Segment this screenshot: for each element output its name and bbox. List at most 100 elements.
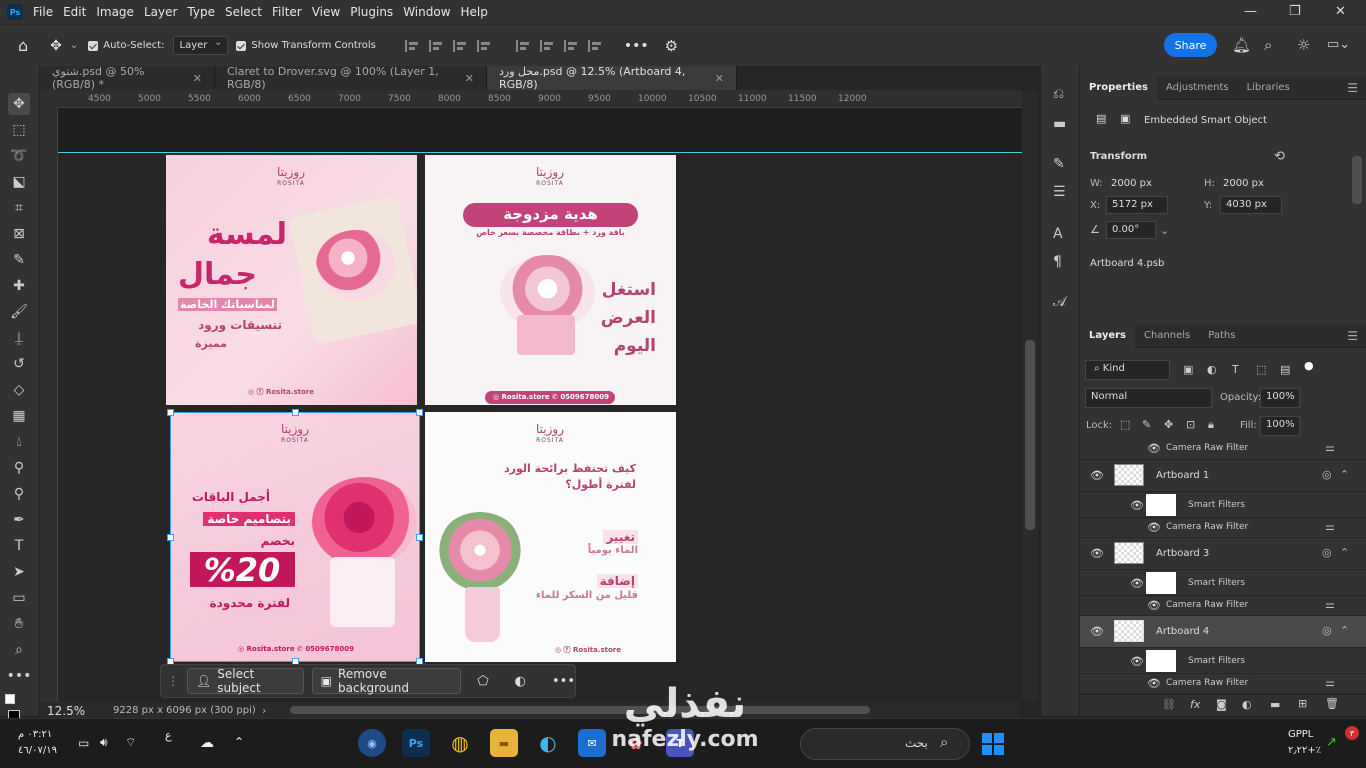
filter-options-icon[interactable]: ⚌ — [1325, 676, 1335, 689]
comments-icon[interactable]: ▬ — [1053, 116, 1066, 132]
link-layers-icon[interactable]: ⛓ — [1162, 698, 1176, 711]
path-select-icon[interactable]: ➤ — [8, 561, 30, 583]
clock-time[interactable]: ٠٣:٢١ م — [18, 729, 52, 740]
panel-menu-icon[interactable]: ☰ — [1347, 329, 1358, 343]
auto-select-dropdown[interactable]: Layer — [172, 36, 229, 55]
layer-row[interactable]: 👁︎ Camera Raw Filter ⚌ — [1080, 596, 1366, 616]
eye-icon[interactable]: 👁︎ — [1130, 577, 1144, 590]
bell-icon[interactable]: 🔔︎ — [1232, 36, 1251, 54]
artboard-1[interactable]: روزيتا ROSITA لمسة جمال لمناسباتك الخاصة… — [166, 155, 417, 405]
opacity-input[interactable]: 100% — [1260, 388, 1300, 408]
paragraph-icon[interactable]: ¶ — [1053, 254, 1062, 270]
blend-mode-dropdown[interactable]: Normal — [1085, 388, 1212, 408]
gear-icon[interactable]: ⚙ — [665, 37, 678, 55]
character-icon[interactable]: A — [1053, 226, 1063, 242]
gradient-tool-icon[interactable]: ▦ — [8, 405, 30, 427]
x-input[interactable]: 5172 px — [1106, 196, 1168, 214]
layer-filter-kind[interactable]: ⌕ Kind — [1085, 360, 1170, 380]
menu-type[interactable]: Type — [187, 5, 223, 19]
volume-icon[interactable]: 🔊︎ — [100, 735, 108, 750]
move-tool-icon[interactable]: ✥ — [50, 38, 62, 54]
pen-tool-icon[interactable]: ✒ — [8, 509, 30, 531]
folder-icon[interactable]: ▬ — [1270, 698, 1280, 711]
filter-options-icon[interactable]: ⚌ — [1325, 441, 1335, 454]
frame-tool-icon[interactable]: ⊠ — [8, 223, 30, 245]
eye-icon[interactable]: 👁︎ — [1090, 625, 1104, 638]
y-input[interactable]: 4030 px — [1220, 196, 1282, 214]
search-icon[interactable]: ⌕ — [1264, 36, 1272, 54]
history-brush-icon[interactable]: ↺ — [8, 353, 30, 375]
move-tool-icon[interactable]: ✥ — [8, 93, 30, 115]
crop-tool-icon[interactable]: ⌗ — [8, 197, 30, 219]
close-window-icon[interactable]: ✕ — [1335, 4, 1346, 19]
file-explorer-icon[interactable]: ▬ — [490, 729, 518, 757]
mail-icon[interactable]: ✉ — [578, 729, 606, 757]
tab-flower-shop-psd[interactable]: محل ورد.psd @ 12.5% (Artboard 4, RGB/8) ✕ — [487, 65, 737, 91]
brush-tool-icon[interactable]: 🖌︎ — [8, 301, 30, 323]
tab-properties[interactable]: Properties — [1080, 75, 1157, 100]
height-value[interactable]: 2000 px — [1223, 178, 1264, 189]
lock-pixels-icon[interactable]: ✎ — [1142, 418, 1151, 431]
windows-start-icon[interactable] — [982, 733, 1004, 755]
lock-transparency-icon[interactable]: ⬚ — [1120, 418, 1130, 431]
properties-scroll-thumb[interactable] — [1352, 156, 1362, 204]
vertical-scroll-thumb[interactable] — [1025, 340, 1035, 530]
cloud-icon[interactable]: ☁ — [200, 735, 214, 751]
taskbar-app-icon[interactable]: ◉ — [358, 729, 386, 757]
tab-claret-svg[interactable]: Claret to Drover.svg @ 100% (Layer 1, RG… — [215, 65, 487, 91]
share-button[interactable]: Share — [1164, 33, 1217, 57]
zoom-tool-icon[interactable]: ⌕ — [8, 639, 30, 661]
transform-handle[interactable] — [292, 409, 299, 416]
hand-tool-icon[interactable]: ✋︎ — [8, 613, 30, 635]
menu-window[interactable]: Window — [403, 5, 458, 19]
stamp-tool-icon[interactable]: ⍊ — [8, 327, 30, 349]
layer-row[interactable]: 👁︎ Artboard 3 ◎ ⌃ — [1080, 538, 1366, 570]
drag-handle-icon[interactable]: ⋮ — [167, 674, 179, 688]
align-right-icon[interactable] — [452, 39, 467, 52]
menu-image[interactable]: Image — [96, 5, 142, 19]
lightbulb-icon[interactable]: ☼ — [1297, 36, 1310, 54]
object-select-tool-icon[interactable]: ⬕ — [8, 171, 30, 193]
lock-artboard-icon[interactable]: ⊡ — [1186, 418, 1195, 431]
blur-tool-icon[interactable]: 💧︎ — [8, 431, 30, 453]
remove-background-button[interactable]: ▣ Remove background — [311, 667, 462, 695]
fill-input[interactable]: 100% — [1260, 416, 1300, 436]
add-mask-icon[interactable]: ◙ — [1216, 698, 1227, 711]
home-icon[interactable]: ⌂ — [18, 36, 28, 55]
menu-file[interactable]: File — [33, 5, 61, 19]
align-bottom-icon[interactable] — [563, 39, 578, 52]
auto-select-checkbox[interactable]: Auto-Select: — [88, 40, 165, 51]
clock-date[interactable]: ٤٦/٠٧/١٩ — [18, 745, 57, 756]
guide-line[interactable] — [58, 152, 1022, 153]
filter-options-icon[interactable]: ⚌ — [1325, 598, 1335, 611]
filter-options-icon[interactable]: ⚌ — [1325, 520, 1335, 533]
tab-layers[interactable]: Layers — [1080, 323, 1135, 348]
layer-row[interactable]: 👁︎ Camera Raw Filter ⚌ — [1080, 674, 1366, 694]
chevron-up-icon[interactable]: ⌃ — [1340, 468, 1349, 481]
glyphs-icon[interactable]: 𝒜 — [1053, 294, 1066, 310]
layer-row[interactable]: 👁︎ Smart Filters — [1080, 570, 1366, 596]
chevron-right-icon[interactable]: › — [262, 704, 266, 717]
chevron-up-icon[interactable]: ⌃ — [1340, 546, 1349, 559]
eye-icon[interactable]: 👁︎ — [1130, 655, 1144, 668]
layer-row[interactable]: 👁︎ Smart Filters — [1080, 492, 1366, 518]
chrome-icon[interactable]: ◍ — [446, 729, 474, 757]
distribute-icon[interactable] — [476, 39, 491, 52]
stock-ticker[interactable]: GPPL — [1288, 729, 1313, 740]
filter-shape-icon[interactable]: ⬚ — [1256, 363, 1266, 376]
filter-pixel-icon[interactable]: ▣ — [1183, 363, 1193, 376]
eye-icon[interactable]: 👁︎ — [1147, 521, 1161, 534]
tab-adjustments[interactable]: Adjustments — [1157, 76, 1238, 100]
adjust-sliders-icon[interactable]: ☰ — [1053, 184, 1066, 200]
battery-icon[interactable]: ▭ — [78, 736, 89, 750]
new-layer-icon[interactable]: ⊞ — [1298, 697, 1307, 710]
eye-icon[interactable]: 👁︎ — [1147, 677, 1161, 690]
fx-icon[interactable]: fx — [1190, 698, 1200, 711]
panel-menu-icon[interactable]: ☰ — [1347, 81, 1358, 95]
trash-icon[interactable]: 🗑︎ — [1325, 697, 1339, 710]
transform-handle[interactable] — [167, 534, 174, 541]
minimize-icon[interactable]: — — [1244, 4, 1257, 19]
eye-icon[interactable]: 👁︎ — [1090, 547, 1104, 560]
lasso-tool-icon[interactable]: ➰ — [8, 145, 30, 167]
close-icon[interactable]: ✕ — [193, 72, 202, 85]
